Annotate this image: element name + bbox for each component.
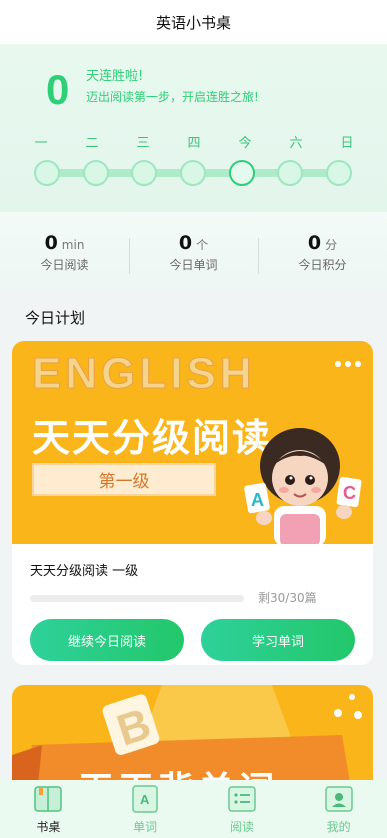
banner-title: 天天分级阅读 xyxy=(32,416,273,460)
streak-count: 0 xyxy=(46,66,70,113)
app-header: 英语小书桌 xyxy=(0,0,387,44)
streak-dots xyxy=(34,160,352,186)
stat-value: 0 xyxy=(307,231,322,254)
day-label-today: 今 xyxy=(238,136,252,151)
week-day-labels: 一 二 三 四 今 六 日 xyxy=(28,132,360,151)
bottom-tab-bar: 书桌 A 单词 阅读 我的 xyxy=(0,780,387,838)
day-dot xyxy=(34,160,60,186)
reading-banner[interactable]: ENGLISH 天天分级阅读 第一级 A C xyxy=(12,341,373,544)
stat-unit: min xyxy=(61,237,85,252)
continue-reading-button[interactable]: 继续今日阅读 xyxy=(30,619,184,661)
streak-panel: 0 天连胜啦! 迈出阅读第一步，开启连胜之旅! 一 二 三 四 今 六 日 xyxy=(0,44,387,212)
day-label: 一 xyxy=(34,136,48,151)
stat-reading: 0 min 今日阅读 xyxy=(0,232,129,273)
day-dot-today xyxy=(228,160,255,186)
vocabulary-plan-card[interactable]: B 天天背单词 xyxy=(12,685,373,795)
word-card-icon: A xyxy=(132,785,158,813)
progress-bar xyxy=(30,595,244,602)
tab-words[interactable]: A 单词 xyxy=(97,780,194,838)
progress-row: 剩30/30篇 xyxy=(30,591,355,605)
day-dot xyxy=(131,160,158,186)
page-title: 英语小书桌 xyxy=(155,13,231,32)
profile-icon xyxy=(324,786,353,812)
stat-unit: 个 xyxy=(196,237,209,252)
stat-label: 今日阅读 xyxy=(40,257,89,272)
card-actions: 继续今日阅读 学习单词 xyxy=(30,619,355,661)
more-icon[interactable] xyxy=(335,361,361,367)
stat-value: 0 xyxy=(44,231,58,254)
day-dot xyxy=(179,160,206,186)
book-name: 天天分级阅读 一级 xyxy=(30,564,139,579)
day-dot xyxy=(325,160,352,186)
svg-text:A: A xyxy=(251,490,264,510)
stat-words: 0个 今日单词 xyxy=(129,231,258,274)
today-stats: 0 min 今日阅读 0个 今日单词 0分 今日积分 xyxy=(0,212,387,292)
tab-label: 书桌 xyxy=(36,820,61,834)
section-title: 今日计划 xyxy=(25,309,86,327)
svg-text:A: A xyxy=(140,792,150,807)
streak-title: 天连胜啦! xyxy=(86,69,144,84)
stat-label: 今日积分 xyxy=(298,257,347,272)
tab-label: 我的 xyxy=(326,820,351,834)
tab-desk[interactable]: 书桌 xyxy=(0,780,97,838)
day-label: 三 xyxy=(136,136,150,151)
card-body: 天天分级阅读 一级 剩30/30篇 继续今日阅读 学习单词 xyxy=(12,544,373,661)
stat-points: 0分 今日积分 xyxy=(258,231,387,274)
study-words-button[interactable]: 学习单词 xyxy=(201,619,355,661)
stat-value: 0 xyxy=(178,231,193,254)
day-label: 四 xyxy=(187,136,201,151)
book-icon xyxy=(34,786,63,812)
stat-label: 今日单词 xyxy=(169,257,218,272)
tab-label: 单词 xyxy=(133,820,158,834)
day-label: 日 xyxy=(340,136,354,151)
svg-text:C: C xyxy=(343,483,356,503)
girl-illustration: A C xyxy=(244,428,362,544)
tab-label: 阅读 xyxy=(229,820,254,834)
reading-list-icon xyxy=(228,786,256,812)
day-label: 六 xyxy=(289,136,303,151)
stat-unit: 分 xyxy=(325,237,338,252)
streak-subtitle: 迈出阅读第一步，开启连胜之旅! xyxy=(86,90,259,104)
reading-plan-card[interactable]: ENGLISH 天天分级阅读 第一级 A C 天天分级阅读 一级 剩30/30篇… xyxy=(12,341,373,665)
progress-text: 剩30/30篇 xyxy=(258,591,317,605)
day-dot xyxy=(82,160,109,186)
level-badge: 第一级 xyxy=(32,463,216,496)
day-label: 二 xyxy=(85,136,99,151)
tab-reading[interactable]: 阅读 xyxy=(194,780,291,838)
tab-profile[interactable]: 我的 xyxy=(290,780,387,838)
day-dot xyxy=(277,160,304,186)
banner-english-text: ENGLISH xyxy=(32,349,256,399)
